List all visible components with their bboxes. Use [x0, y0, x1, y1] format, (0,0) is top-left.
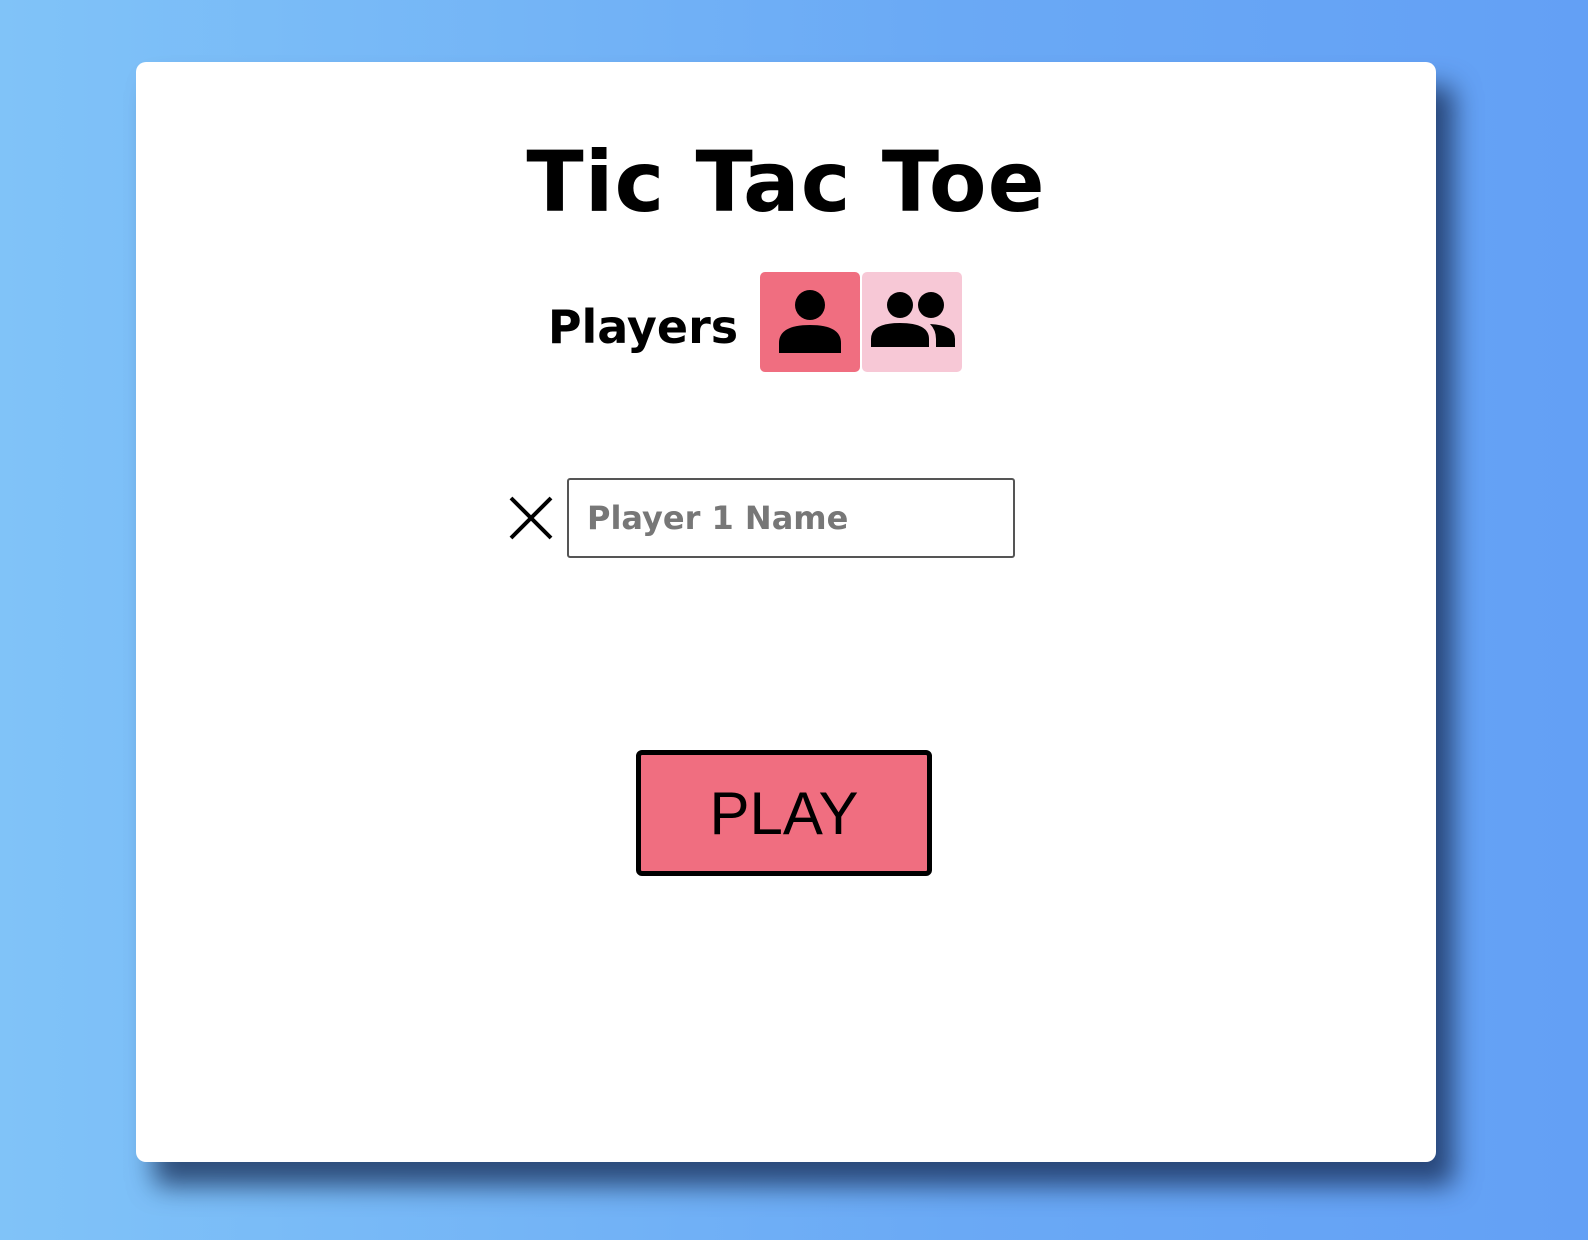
player-1-row [136, 476, 1436, 560]
game-setup-card: Tic Tac Toe Players PLAY [136, 62, 1436, 1162]
people-icon [871, 292, 956, 347]
x-mark-icon [509, 496, 553, 540]
one-player-button[interactable] [760, 272, 861, 372]
play-button[interactable]: PLAY [636, 750, 932, 876]
person-icon [779, 290, 842, 353]
page-title: Tic Tac Toe [526, 133, 1046, 231]
players-selector: Players [136, 272, 1436, 372]
players-label: Players [547, 300, 739, 354]
two-player-button[interactable] [862, 272, 963, 372]
player-1-name-input[interactable] [567, 478, 1015, 558]
